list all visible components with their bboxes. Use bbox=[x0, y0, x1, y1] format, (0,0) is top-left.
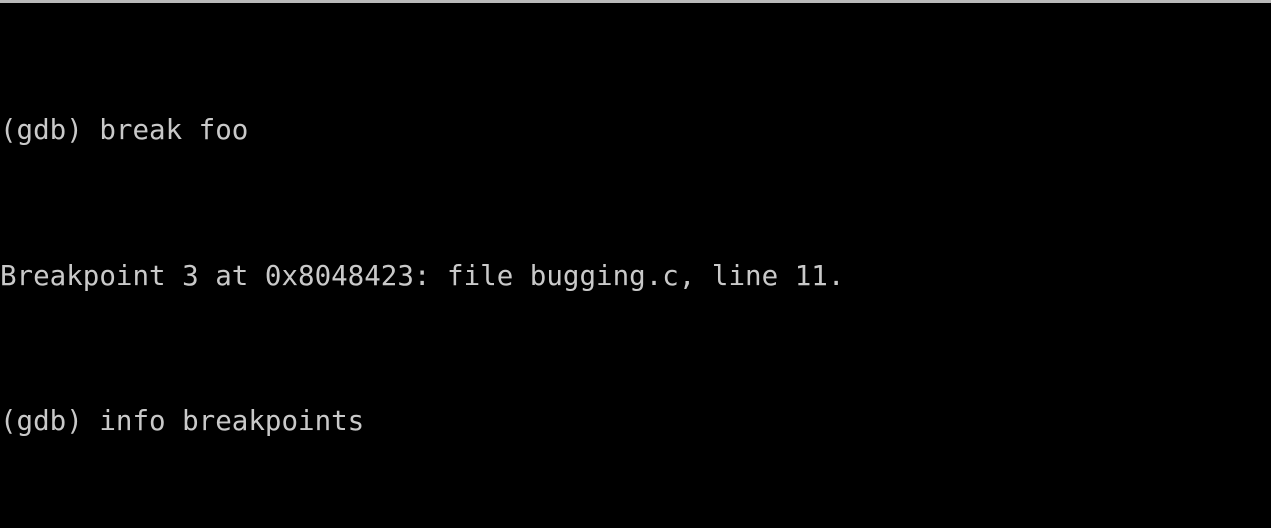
terminal-window[interactable]: (gdb) break foo Breakpoint 3 at 0x804842… bbox=[0, 0, 1271, 528]
terminal-output-area[interactable]: (gdb) break foo Breakpoint 3 at 0x804842… bbox=[0, 3, 1271, 528]
terminal-line-command: (gdb) info breakpoints bbox=[0, 405, 365, 438]
terminal-line-command: (gdb) break foo bbox=[0, 114, 249, 147]
terminal-line-output: Breakpoint 3 at 0x8048423: file bugging.… bbox=[0, 259, 845, 292]
